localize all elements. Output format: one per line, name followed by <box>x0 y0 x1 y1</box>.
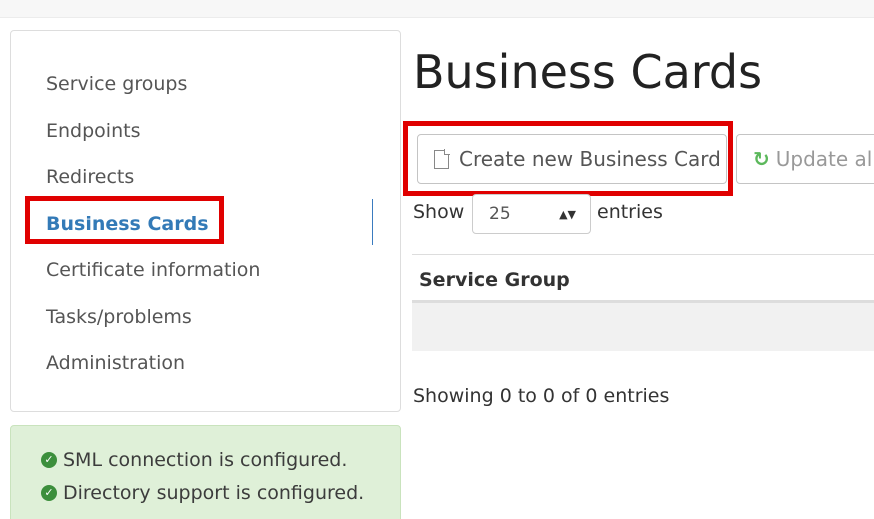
length-menu-prefix: Show <box>413 201 465 223</box>
scroll-indicator <box>372 199 373 245</box>
entries-per-page-select[interactable]: 25 ▲▼ <box>472 194 591 234</box>
button-label: Update al <box>775 147 873 171</box>
check-circle-icon: ✓ <box>41 452 57 468</box>
page-title: Business Cards <box>413 45 763 99</box>
table-row <box>412 303 874 351</box>
sidebar-item-certificate-information[interactable]: Certificate information <box>46 258 260 282</box>
status-line-directory: ✓ Directory support is configured. <box>41 482 364 504</box>
sidebar-item-service-groups[interactable]: Service groups <box>46 72 187 96</box>
status-text: Directory support is configured. <box>63 482 365 504</box>
refresh-icon: ↻ <box>753 147 770 171</box>
length-menu-suffix: entries <box>597 201 663 223</box>
table-top-border <box>412 254 874 255</box>
file-icon <box>434 149 450 169</box>
top-bar <box>0 0 874 18</box>
button-label: Create new Business Card <box>459 147 721 171</box>
sidebar-item-tasks-problems[interactable]: Tasks/problems <box>46 305 192 329</box>
select-value: 25 <box>489 204 511 224</box>
sidebar-item-endpoints[interactable]: Endpoints <box>46 119 140 143</box>
sidebar-item-administration[interactable]: Administration <box>46 351 185 375</box>
table-info: Showing 0 to 0 of 0 entries <box>413 385 670 407</box>
sort-arrows-icon: ▲▼ <box>559 207 576 221</box>
sidebar-nav: Service groups Endpoints Redirects Busin… <box>10 30 401 412</box>
status-panel: ✓ SML connection is configured. ✓ Direct… <box>10 425 401 519</box>
sidebar-item-business-cards[interactable]: Business Cards <box>46 212 209 236</box>
update-all-button[interactable]: ↻ Update al <box>736 134 874 184</box>
column-header-service-group[interactable]: Service Group <box>419 268 570 292</box>
check-circle-icon: ✓ <box>41 485 57 501</box>
status-line-sml: ✓ SML connection is configured. <box>41 449 347 471</box>
sidebar-item-redirects[interactable]: Redirects <box>46 165 134 189</box>
create-business-card-button[interactable]: Create new Business Card <box>417 134 727 184</box>
status-text: SML connection is configured. <box>63 449 348 471</box>
